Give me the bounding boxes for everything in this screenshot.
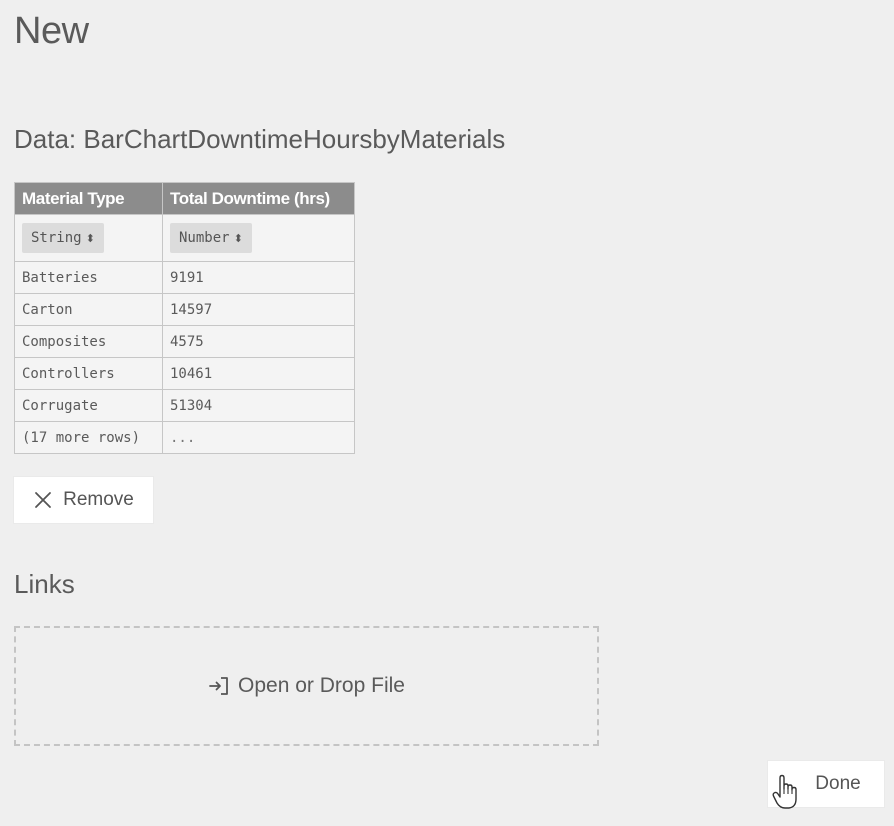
more-rows-row: (17 more rows) ... (14, 421, 355, 454)
open-file-icon (209, 677, 228, 695)
table-cell-material: Batteries (14, 261, 163, 294)
table-cell-downtime: 10461 (162, 357, 355, 390)
page-title: New (14, 10, 89, 52)
table-cell-material: Composites (14, 325, 163, 358)
column-type-value: String (31, 230, 82, 246)
sort-caret-icon: ⬍ (85, 232, 95, 245)
close-icon (35, 492, 52, 508)
file-drop-zone[interactable]: Open or Drop File (14, 626, 599, 746)
column-type-cell: Number ⬍ (162, 214, 355, 262)
remove-button-label: Remove (63, 489, 134, 510)
more-rows-ellipsis: ... (162, 421, 355, 454)
column-type-row: String ⬍ Number ⬍ (14, 214, 355, 262)
remove-button[interactable]: Remove (14, 477, 153, 523)
column-header-material-type: Material Type (14, 182, 163, 215)
column-type-cell: String ⬍ (14, 214, 163, 262)
column-type-value: Number (179, 230, 230, 246)
table-cell-downtime: 4575 (162, 325, 355, 358)
table-cell-material: Controllers (14, 357, 163, 390)
column-type-select-total-downtime[interactable]: Number ⬍ (170, 223, 252, 253)
table-row: Carton 14597 (14, 293, 355, 326)
table-row: Corrugate 51304 (14, 389, 355, 422)
table-cell-material: Carton (14, 293, 163, 326)
data-preview-table: Material Type Total Downtime (hrs) Strin… (14, 182, 355, 454)
table-row: Controllers 10461 (14, 357, 355, 390)
column-type-select-material-type[interactable]: String ⬍ (22, 223, 104, 253)
column-header-total-downtime: Total Downtime (hrs) (162, 182, 355, 215)
links-section-title: Links (14, 569, 75, 599)
header-row: Material Type Total Downtime (hrs) (14, 182, 355, 215)
table-row: Batteries 9191 (14, 261, 355, 294)
table-cell-downtime: 9191 (162, 261, 355, 294)
data-section-title: Data: BarChartDowntimeHoursbyMaterials (14, 124, 506, 154)
table-cell-downtime: 51304 (162, 389, 355, 422)
drop-zone-label: Open or Drop File (238, 674, 405, 697)
table-cell-material: Corrugate (14, 389, 163, 422)
sort-caret-icon: ⬍ (233, 232, 243, 245)
table-cell-downtime: 14597 (162, 293, 355, 326)
more-rows-count: (17 more rows) (14, 421, 163, 454)
table-row: Composites 4575 (14, 325, 355, 358)
done-button[interactable]: Done (768, 761, 884, 807)
